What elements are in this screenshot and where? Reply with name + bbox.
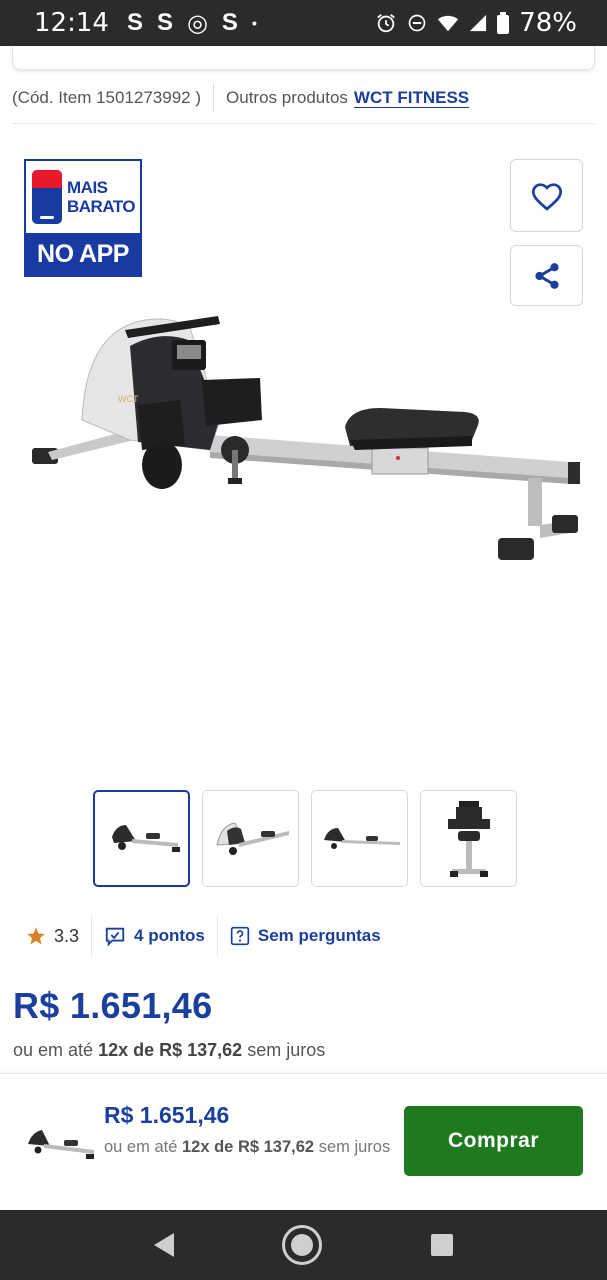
share-button[interactable] [510, 245, 583, 306]
questions-label: Sem perguntas [257, 926, 381, 945]
share-icon [534, 262, 559, 289]
buy-button[interactable]: Comprar [404, 1106, 583, 1176]
reviews-link[interactable]: 4 pontos [91, 916, 217, 956]
buy-bar-price: R$ 1.651,46 [104, 1102, 230, 1128]
system-nav-bar [0, 1210, 607, 1280]
sticky-buy-bar: R$ 1.651,46 ou em até 12x de R$ 137,62 s… [0, 1073, 607, 1210]
comment-icon [105, 927, 125, 947]
divider [213, 82, 215, 113]
rating-row: 3.3 4 pontos Sem perguntas [14, 914, 414, 958]
signal-icon [470, 14, 487, 32]
other-products-label: Outros produtos [226, 87, 348, 107]
thumbnail-3[interactable] [311, 790, 408, 887]
thumbnail-2[interactable] [202, 790, 299, 887]
status-app-icons: S S ◎ S • [127, 9, 257, 38]
promo-line-3: NO APP [26, 233, 140, 275]
search-card-remnant [12, 46, 595, 70]
status-time: 12:14 [34, 8, 109, 38]
wifi-icon [438, 15, 459, 32]
phone-icon [32, 170, 62, 224]
more-notifications-icon: • [251, 15, 257, 31]
notification-s-icon: S [221, 9, 238, 36]
recent-apps-icon[interactable] [430, 1234, 453, 1256]
price-main: R$ 1.651,46 [13, 985, 213, 1026]
instagram-icon: ◎ [186, 9, 208, 37]
installment-suffix: sem juros [247, 1040, 326, 1060]
promo-line-1: MAIS [67, 178, 108, 197]
battery-icon [497, 12, 510, 34]
item-code: (Cód. Item 1501273992 ) [12, 87, 202, 107]
star-icon [27, 927, 45, 945]
back-icon[interactable] [154, 1233, 175, 1257]
thumbnail-image [111, 824, 180, 852]
buy-bar-product-thumbnail [28, 1130, 94, 1159]
installment-prefix: ou em até [13, 1040, 94, 1060]
notification-s-icon: S [156, 9, 173, 36]
questions-link[interactable]: Sem perguntas [216, 916, 393, 956]
thumbnail-4[interactable] [420, 790, 517, 887]
battery-percent: 78% [519, 8, 577, 38]
thumbnail-image [447, 800, 490, 877]
promo-badge: MAIS BARATO NO APP [24, 159, 142, 277]
thumbnail-1[interactable] [93, 790, 190, 887]
rating-value: 3.3 [54, 925, 80, 946]
favorite-button[interactable] [510, 159, 583, 232]
rating-summary[interactable]: 3.3 [14, 916, 91, 956]
product-image[interactable]: WCT [20, 300, 590, 580]
brand-link[interactable]: WCT FITNESS [354, 88, 469, 108]
installments-text: ou em até 12x de R$ 137,62 sem juros [13, 1040, 325, 1061]
installment-prefix: ou em até [104, 1138, 178, 1156]
alarm-icon [377, 14, 396, 33]
thumbnail-image [323, 827, 400, 849]
item-info-row: (Cód. Item 1501273992 ) Outros produtos … [12, 80, 595, 124]
thumbnail-image [215, 821, 289, 855]
promo-line-2: BARATO [67, 197, 136, 216]
installment-detail: 12x de R$ 137,62 [98, 1040, 243, 1060]
do-not-disturb-icon [408, 14, 426, 32]
status-bar: 12:14 S S ◎ S • 78% [0, 0, 607, 46]
notification-s-icon: S [126, 9, 143, 36]
status-system-icons: 78% [375, 8, 577, 38]
buy-bar-installments: ou em até 12x de R$ 137,62 sem juros [104, 1134, 394, 1161]
installment-detail: 12x de R$ 137,62 [181, 1138, 315, 1156]
heart-icon [531, 182, 562, 211]
svg-text:WCT: WCT [118, 394, 139, 404]
home-icon[interactable] [282, 1225, 323, 1265]
review-points: 4 pontos [134, 926, 205, 945]
thumbnail-strip [93, 790, 517, 887]
installment-suffix: sem juros [318, 1138, 391, 1156]
question-icon [230, 926, 250, 946]
